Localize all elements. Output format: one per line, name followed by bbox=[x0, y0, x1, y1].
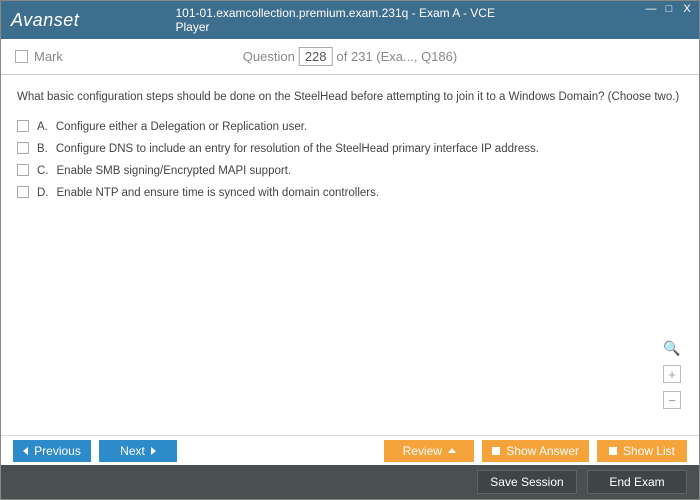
option-checkbox[interactable] bbox=[17, 142, 29, 154]
option-row[interactable]: C. Enable SMB signing/Encrypted MAPI sup… bbox=[17, 163, 683, 179]
square-icon bbox=[609, 447, 617, 455]
review-button[interactable]: Review bbox=[384, 440, 474, 462]
footer-row-nav: Previous Next Review Show Answer Show Li… bbox=[1, 435, 699, 465]
question-counter: Question 228 of 231 (Exa..., Q186) bbox=[243, 47, 457, 66]
show-list-button[interactable]: Show List bbox=[597, 440, 687, 462]
option-text: Configure DNS to include an entry for re… bbox=[56, 141, 539, 157]
question-content: What basic configuration steps should be… bbox=[1, 75, 699, 221]
show-answer-label: Show Answer bbox=[506, 444, 579, 458]
option-row[interactable]: D. Enable NTP and ensure time is synced … bbox=[17, 185, 683, 201]
option-text: Configure either a Delegation or Replica… bbox=[56, 119, 307, 135]
show-answer-button[interactable]: Show Answer bbox=[482, 440, 589, 462]
question-word: Question bbox=[243, 49, 295, 64]
question-header: Mark Question 228 of 231 (Exa..., Q186) bbox=[1, 39, 699, 75]
magnify-icon[interactable]: 🔍 bbox=[663, 339, 681, 357]
option-letter: D. bbox=[37, 185, 49, 201]
app-logo: Avanset bbox=[11, 10, 79, 31]
title-bar: Avanset 101-01.examcollection.premium.ex… bbox=[1, 1, 699, 39]
show-list-label: Show List bbox=[623, 444, 675, 458]
option-letter: B. bbox=[37, 141, 48, 157]
mark-control[interactable]: Mark bbox=[15, 49, 63, 64]
footer-row-actions: Save Session End Exam bbox=[1, 465, 699, 499]
previous-button[interactable]: Previous bbox=[13, 440, 91, 462]
window-title: 101-01.examcollection.premium.exam.231q … bbox=[176, 6, 525, 34]
question-text: What basic configuration steps should be… bbox=[17, 89, 683, 105]
option-row[interactable]: A. Configure either a Delegation or Repl… bbox=[17, 119, 683, 135]
zoom-in-button[interactable]: + bbox=[663, 365, 681, 383]
option-text: Enable NTP and ensure time is synced wit… bbox=[57, 185, 380, 201]
close-button[interactable]: X bbox=[681, 3, 693, 15]
chevron-left-icon bbox=[23, 447, 28, 455]
next-label: Next bbox=[120, 444, 145, 458]
option-letter: C. bbox=[37, 163, 49, 179]
previous-label: Previous bbox=[34, 444, 81, 458]
option-checkbox[interactable] bbox=[17, 164, 29, 176]
end-exam-button[interactable]: End Exam bbox=[587, 470, 687, 494]
chevron-right-icon bbox=[151, 447, 156, 455]
minimize-button[interactable]: — bbox=[645, 3, 657, 15]
square-icon bbox=[492, 447, 500, 455]
option-text: Enable SMB signing/Encrypted MAPI suppor… bbox=[57, 163, 292, 179]
option-checkbox[interactable] bbox=[17, 186, 29, 198]
mark-checkbox[interactable] bbox=[15, 50, 28, 63]
option-row[interactable]: B. Configure DNS to include an entry for… bbox=[17, 141, 683, 157]
footer: Previous Next Review Show Answer Show Li… bbox=[1, 435, 699, 499]
option-letter: A. bbox=[37, 119, 48, 135]
mark-label: Mark bbox=[34, 49, 63, 64]
option-checkbox[interactable] bbox=[17, 120, 29, 132]
next-button[interactable]: Next bbox=[99, 440, 177, 462]
question-number-input[interactable]: 228 bbox=[299, 47, 333, 66]
review-label: Review bbox=[403, 444, 442, 458]
save-session-button[interactable]: Save Session bbox=[477, 470, 577, 494]
question-total: of 231 (Exa..., Q186) bbox=[337, 49, 458, 64]
zoom-out-button[interactable]: − bbox=[663, 391, 681, 409]
chevron-up-icon bbox=[448, 448, 456, 453]
window-controls: — □ X bbox=[645, 3, 693, 15]
maximize-button[interactable]: □ bbox=[663, 3, 675, 15]
zoom-tools: 🔍 + − bbox=[663, 339, 681, 409]
